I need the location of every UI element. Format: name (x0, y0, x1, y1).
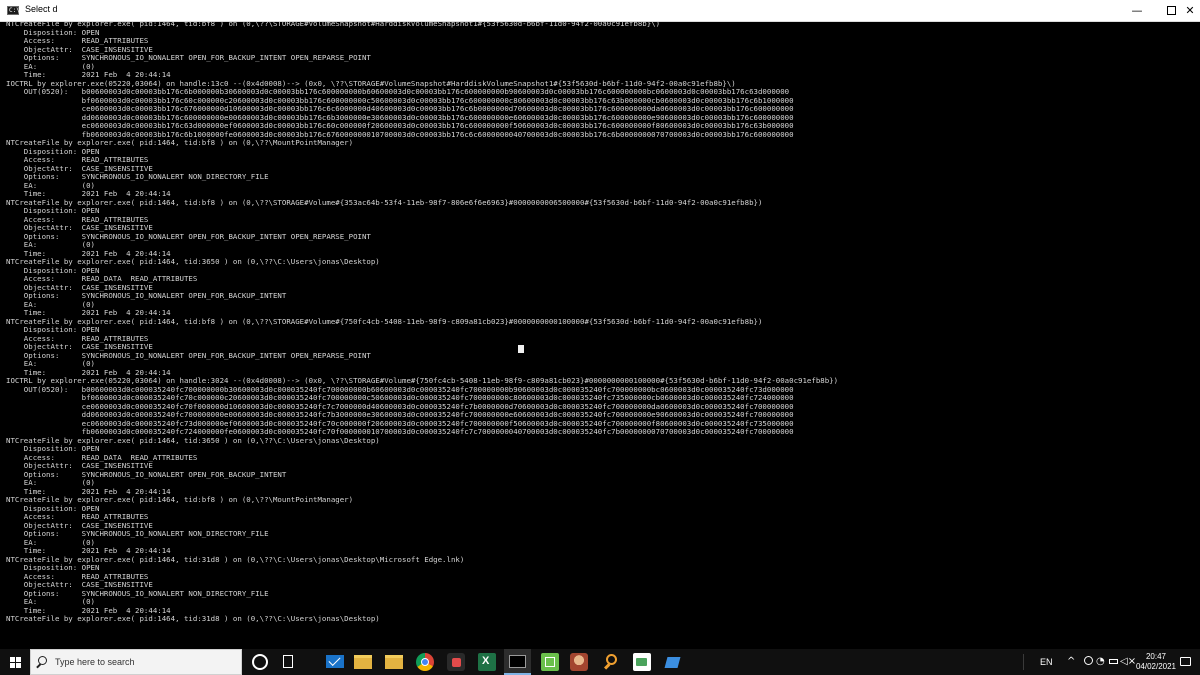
command-prompt-taskbar-icon[interactable] (509, 655, 526, 668)
notification-center-icon[interactable] (1180, 657, 1191, 666)
cortana-icon[interactable] (252, 654, 268, 670)
battery-icon[interactable] (1109, 659, 1118, 664)
console-output-area[interactable]: NTCreateFile by explorer.exe( pid:1464, … (0, 22, 1200, 649)
search-app-icon[interactable] (603, 653, 622, 671)
language-indicator[interactable]: EN (1040, 657, 1053, 667)
close-button[interactable]: ✕ (1180, 0, 1200, 22)
taskbar-clock[interactable]: 20:47 04/02/2021 (1128, 652, 1184, 672)
start-button[interactable] (0, 649, 30, 675)
chrome-icon[interactable] (416, 653, 434, 671)
minimize-button[interactable]: — (1120, 0, 1154, 22)
photo-icon[interactable] (570, 653, 588, 671)
image-viewer-icon[interactable] (633, 653, 651, 671)
window-title-bar[interactable]: C:\ Select d — ✕ (0, 0, 1200, 22)
console-text[interactable]: NTCreateFile by explorer.exe( pid:1464, … (6, 22, 838, 624)
task-view-icon[interactable] (280, 653, 298, 671)
maximize-icon (1166, 5, 1176, 15)
network-icon[interactable] (1084, 656, 1093, 665)
selection-cursor (518, 345, 524, 353)
search-placeholder: Type here to search (55, 657, 135, 667)
show-hidden-icons-chevron-icon[interactable]: ^ (1067, 657, 1075, 667)
search-icon (38, 656, 47, 665)
taskbar: Type here to search EN ^ ◔ ◁× 20:47 04/0… (0, 649, 1200, 675)
file-explorer-icon[interactable] (354, 655, 372, 669)
window-title: Select d (25, 4, 58, 14)
clock-date: 04/02/2021 (1135, 662, 1177, 671)
mail-icon[interactable] (326, 655, 344, 668)
folder-icon[interactable] (385, 655, 403, 669)
command-prompt-icon[interactable]: C:\ (7, 6, 20, 15)
app-icon[interactable] (447, 653, 465, 671)
clock-time: 20:47 (1145, 652, 1167, 661)
tray-separator (1023, 654, 1024, 670)
visual-studio-icon[interactable] (664, 653, 682, 671)
excel-icon[interactable] (478, 653, 496, 671)
spreadsheet-icon[interactable] (541, 653, 559, 671)
windows-logo-icon (10, 657, 21, 668)
taskbar-search-box[interactable]: Type here to search (30, 649, 242, 675)
wifi-icon[interactable]: ◔ (1096, 657, 1105, 667)
